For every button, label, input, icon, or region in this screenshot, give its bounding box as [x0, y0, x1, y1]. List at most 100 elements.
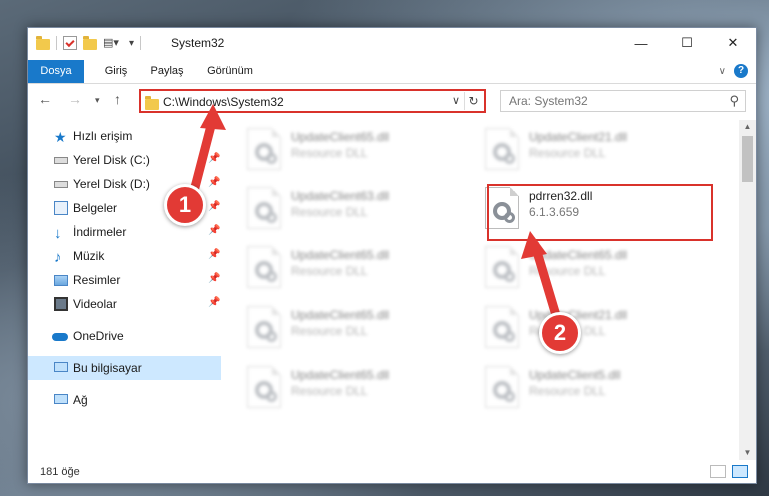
maximize-button[interactable]: ☐: [664, 28, 710, 58]
music-note-icon: ♪: [54, 249, 62, 266]
pin-icon[interactable]: 📌: [208, 201, 220, 212]
window-title: System32: [171, 36, 225, 50]
view-switcher: [710, 465, 748, 478]
explorer-window: ▤▾ ▾ System32 — ☐ ✕ Dosya Giriş Paylaş G…: [27, 27, 757, 484]
properties-icon[interactable]: [63, 36, 77, 50]
sidebar-item-label: Yerel Disk (C:): [73, 153, 150, 167]
list-item[interactable]: UpdateClient21.dll Resource DLL: [481, 300, 711, 358]
customize-toolbar-icon[interactable]: ▾: [129, 38, 134, 49]
file-highlight-box: [487, 184, 713, 241]
ribbon-right-controls: ∨ ?: [719, 64, 748, 78]
navigation-pane: ★ Hızlı erişim Yerel Disk (C:) 📌 Yerel D…: [28, 120, 223, 460]
dll-file-icon: [247, 128, 281, 170]
pin-icon[interactable]: 📌: [208, 177, 220, 188]
view-toggle-icon[interactable]: ▤▾: [103, 36, 119, 50]
pin-icon[interactable]: 📌: [208, 273, 220, 284]
sidebar-item-pictures[interactable]: Resimler 📌: [28, 268, 221, 292]
help-icon[interactable]: ?: [734, 64, 748, 78]
dll-file-icon: [485, 246, 519, 288]
dll-file-icon: [247, 366, 281, 408]
file-description: Resource DLL: [291, 264, 368, 278]
scroll-up-icon[interactable]: ▲: [739, 120, 756, 134]
refresh-icon[interactable]: ↻: [464, 92, 482, 110]
address-path[interactable]: C:\Windows\System32: [163, 95, 284, 109]
close-button[interactable]: ✕: [710, 28, 756, 58]
tab-view[interactable]: Görünüm: [200, 60, 260, 83]
cloud-icon: [52, 333, 68, 341]
expand-ribbon-icon[interactable]: ∨: [719, 66, 726, 77]
minimize-button[interactable]: —: [618, 28, 664, 58]
pin-icon[interactable]: 📌: [208, 249, 220, 260]
address-bar[interactable]: C:\Windows\System32 ∨ ↻: [139, 89, 486, 113]
list-item[interactable]: UpdateClient65.dll Resource DLL: [481, 240, 711, 298]
vertical-scrollbar[interactable]: ▲ ▼: [739, 120, 756, 460]
callout-badge-1: 1: [164, 184, 206, 226]
pin-icon[interactable]: 📌: [208, 153, 220, 164]
search-box[interactable]: ⚲: [500, 90, 746, 112]
list-item[interactable]: UpdateClient5.dll Resource DLL: [481, 360, 711, 418]
dll-file-icon: [247, 187, 281, 229]
chevron-down-icon[interactable]: ∨: [452, 94, 460, 107]
list-item[interactable]: UpdateClient63.dll Resource DLL: [243, 181, 473, 239]
quick-access-toolbar: ▤▾ ▾: [36, 35, 142, 50]
sidebar-item-label: Hızlı erişim: [73, 129, 133, 143]
sidebar-item-music[interactable]: ♪ Müzik 📌: [28, 244, 221, 268]
item-count: 181 öğe: [40, 466, 80, 478]
dll-file-icon: [485, 366, 519, 408]
picture-icon: [54, 275, 68, 286]
dll-file-icon: [485, 128, 519, 170]
file-description: Resource DLL: [291, 146, 368, 160]
tab-file[interactable]: Dosya: [28, 60, 84, 83]
folder-icon: [36, 35, 50, 50]
sidebar-item-onedrive[interactable]: OneDrive: [28, 324, 221, 348]
up-arrow-icon[interactable]: ↑: [114, 91, 121, 107]
folder-icon: [145, 96, 159, 110]
scroll-down-icon[interactable]: ▼: [739, 446, 756, 460]
tiles-view-icon[interactable]: [732, 465, 748, 478]
dll-file-icon: [247, 306, 281, 348]
list-item[interactable]: UpdateClient21.dll Resource DLL: [481, 122, 711, 180]
list-item[interactable]: UpdateClient65.dll Resource DLL: [243, 122, 473, 180]
scroll-thumb[interactable]: [742, 136, 753, 182]
file-name: UpdateClient65.dll: [291, 308, 390, 322]
list-item[interactable]: UpdateClient65.dll Resource DLL: [243, 360, 473, 418]
sidebar-item-local-disk-c[interactable]: Yerel Disk (C:) 📌: [28, 148, 221, 172]
list-item[interactable]: UpdateClient65.dll Resource DLL: [243, 240, 473, 298]
pin-icon[interactable]: 📌: [208, 297, 220, 308]
sidebar-item-label: Müzik: [73, 249, 105, 263]
file-name: UpdateClient65.dll: [291, 368, 390, 382]
new-folder-icon[interactable]: [83, 35, 97, 50]
search-input[interactable]: [509, 94, 709, 108]
pin-icon[interactable]: 📌: [208, 225, 220, 236]
back-arrow-icon[interactable]: ←: [38, 91, 52, 107]
sidebar-item-videos[interactable]: Videolar 📌: [28, 292, 221, 316]
list-item[interactable]: UpdateClient65.dll Resource DLL: [243, 300, 473, 358]
dll-file-icon: [247, 246, 281, 288]
computer-icon: [54, 362, 68, 372]
download-arrow-icon: ↓: [54, 225, 62, 242]
tab-share[interactable]: Paylaş: [142, 60, 192, 83]
drive-icon: [54, 181, 68, 188]
sidebar-item-this-pc[interactable]: Bu bilgisayar: [28, 356, 221, 380]
sidebar-item-label: Bu bilgisayar: [73, 361, 142, 375]
drive-icon: [54, 157, 68, 164]
sidebar-item-network[interactable]: Ağ: [28, 388, 221, 412]
sidebar-item-quick-access[interactable]: ★ Hızlı erişim: [28, 124, 221, 148]
file-name: UpdateClient5.dll: [529, 368, 621, 382]
dll-file-icon: [485, 306, 519, 348]
file-description: Resource DLL: [291, 205, 368, 219]
tab-home[interactable]: Giriş: [94, 60, 138, 83]
document-icon: [54, 201, 68, 215]
details-view-icon[interactable]: [710, 465, 726, 478]
sidebar-item-label: Videolar: [73, 297, 117, 311]
file-name: UpdateClient21.dll: [529, 130, 628, 144]
search-icon: ⚲: [729, 93, 739, 108]
forward-arrow-icon[interactable]: →: [68, 91, 82, 107]
sidebar-item-label: Ağ: [73, 393, 88, 407]
title-bar: ▤▾ ▾ System32 — ☐ ✕: [28, 28, 756, 60]
recent-locations-icon[interactable]: ▾: [95, 95, 100, 106]
file-name: UpdateClient65.dll: [291, 248, 390, 262]
file-name: UpdateClient65.dll: [529, 248, 628, 262]
sidebar-item-label: Yerel Disk (D:): [73, 177, 150, 191]
navigation-bar: ← → ▾ ↑ C:\Windows\System32 ∨ ↻ ⚲: [28, 86, 756, 116]
